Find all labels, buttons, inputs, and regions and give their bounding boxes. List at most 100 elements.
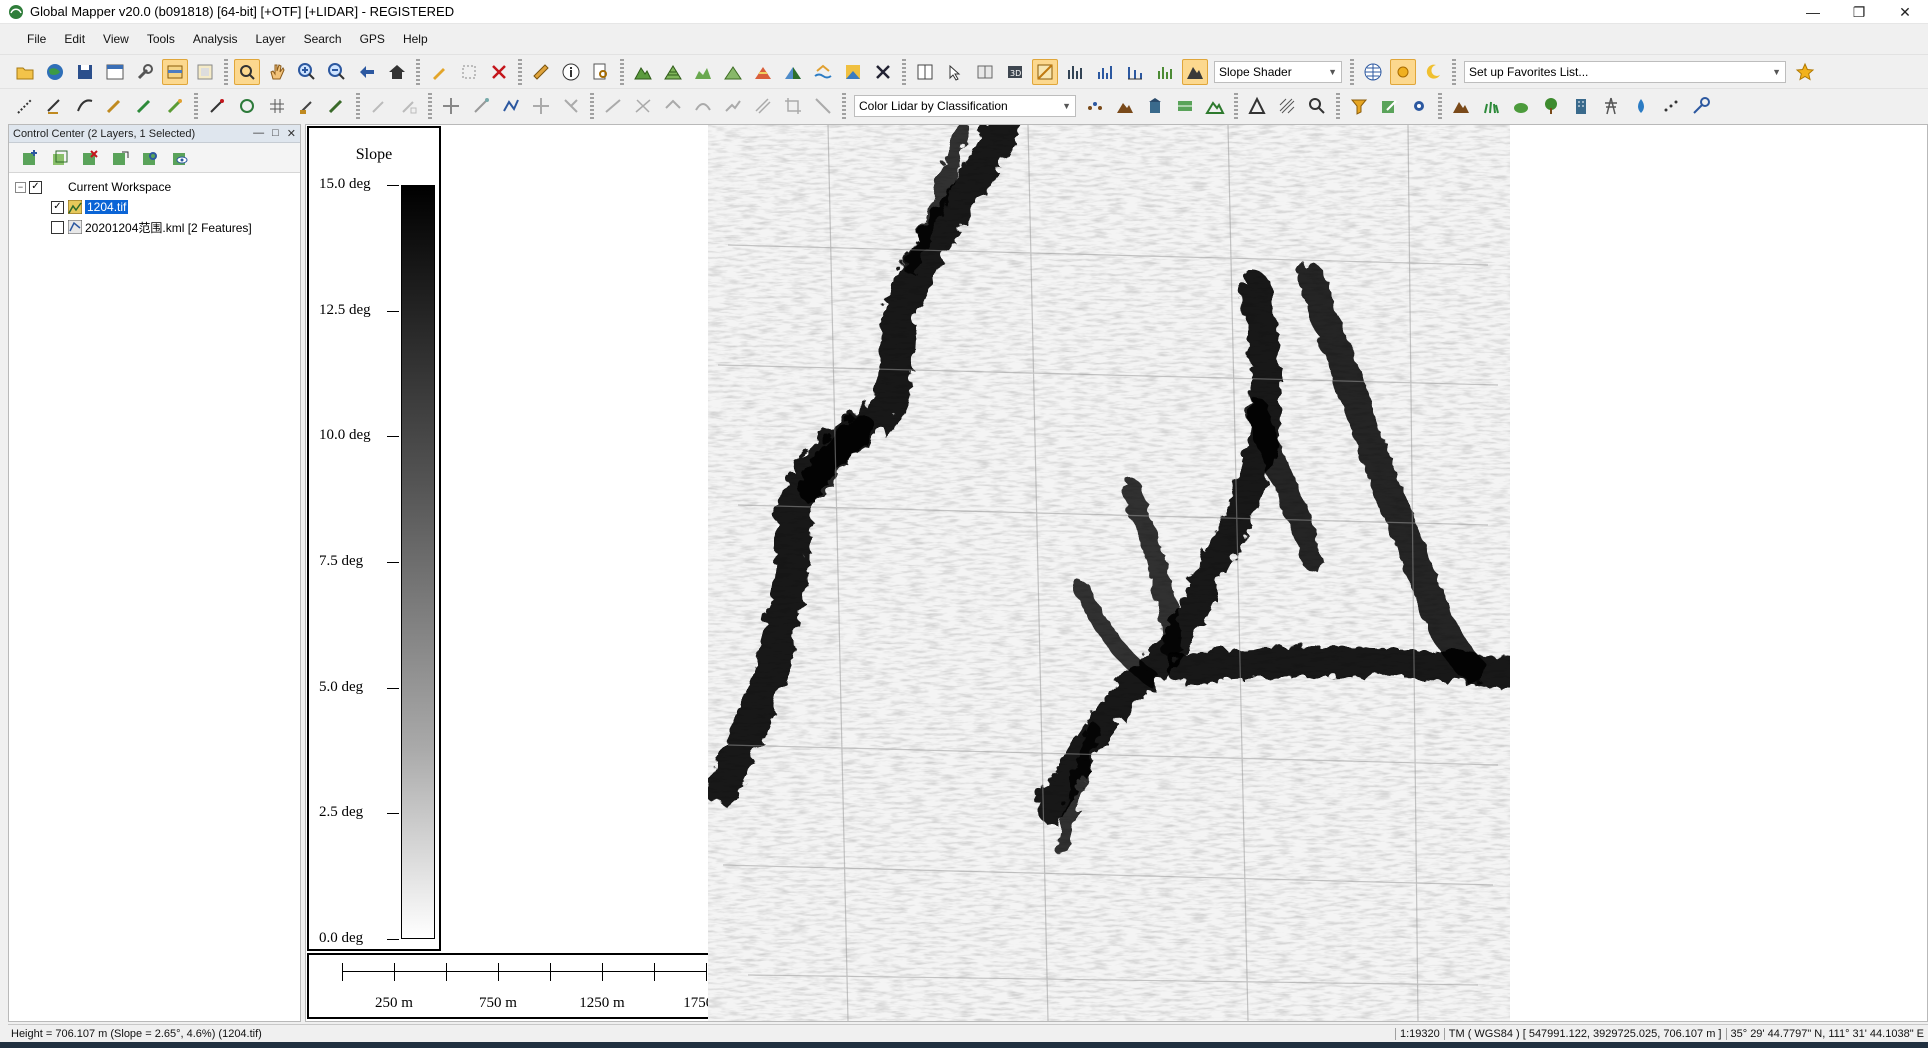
digitizer-button[interactable] — [426, 59, 452, 85]
menu-help[interactable]: Help — [394, 32, 437, 46]
move-feature-button[interactable] — [528, 93, 554, 119]
class-key-button[interactable] — [1688, 93, 1714, 119]
edit-disabled-2-button[interactable] — [396, 93, 422, 119]
zoom-in-button[interactable] — [294, 59, 320, 85]
lidar-settings-button[interactable] — [1406, 93, 1432, 119]
line-tool-2-button[interactable] — [630, 93, 656, 119]
save-button[interactable] — [72, 59, 98, 85]
restore-button[interactable]: ❐ — [1836, 0, 1882, 24]
class-low-veg-button[interactable] — [1478, 93, 1504, 119]
terrain-tool-9-button[interactable] — [870, 59, 896, 85]
view-tool-2-button[interactable] — [942, 59, 968, 85]
toolbar-grip[interactable] — [428, 92, 432, 119]
terrain-tool-4-button[interactable] — [720, 59, 746, 85]
layer-row[interactable]: ✓ 1204.tif — [9, 197, 300, 217]
terrain-tool-8-button[interactable] — [840, 59, 866, 85]
shader-toggle-button[interactable] — [1032, 58, 1058, 85]
lidar-tool-6-button[interactable] — [1244, 93, 1270, 119]
select-area-button[interactable] — [456, 59, 482, 85]
panel-maximize-button[interactable]: □ — [272, 127, 279, 140]
profile-tool-4-button[interactable] — [1152, 59, 1178, 85]
favorites-select[interactable]: Set up Favorites List... ▼ — [1464, 60, 1786, 83]
toolbar-grip[interactable] — [1438, 92, 1442, 119]
filter-button[interactable] — [1346, 93, 1372, 119]
panel-minimize-button[interactable]: — — [253, 127, 264, 140]
lidar-tool-8-button[interactable] — [1304, 93, 1330, 119]
draw-circle-button[interactable] — [234, 93, 260, 119]
pan-tool-button[interactable] — [264, 59, 290, 85]
menu-edit[interactable]: Edit — [55, 32, 94, 46]
terrain-tool-7-button[interactable] — [810, 59, 836, 85]
control-center-button[interactable] — [162, 58, 188, 85]
projection-button[interactable] — [1360, 59, 1386, 85]
edit-class-button[interactable] — [1376, 93, 1402, 119]
lidar-color-select[interactable]: Color Lidar by Classification ▼ — [854, 94, 1076, 117]
menu-analysis[interactable]: Analysis — [184, 32, 247, 46]
config-button[interactable] — [132, 59, 158, 85]
shader-select[interactable]: Slope Shader ▼ — [1214, 60, 1342, 83]
overlay-control-button[interactable] — [102, 59, 128, 85]
terrain-tool-5-button[interactable] — [750, 59, 776, 85]
line-tool-7-button[interactable] — [780, 93, 806, 119]
toolbar-grip[interactable] — [194, 92, 198, 119]
workspace-checkbox[interactable]: ✓ — [29, 180, 42, 194]
class-med-veg-button[interactable] — [1508, 93, 1534, 119]
toolbar-grip[interactable] — [1452, 58, 1456, 85]
class-ground-button[interactable] — [1448, 93, 1474, 119]
close-button[interactable]: ✕ — [1882, 0, 1928, 24]
toolbar-grip[interactable] — [1234, 92, 1238, 119]
slope-shader-button[interactable] — [1182, 58, 1208, 85]
profile-tool-1-button[interactable] — [1062, 59, 1088, 85]
delete-button[interactable] — [486, 59, 512, 85]
sun-shading-button[interactable] — [1390, 58, 1416, 85]
edit-disabled-1-button[interactable] — [366, 93, 392, 119]
class-noise-button[interactable] — [1658, 93, 1684, 119]
toolbar-grip[interactable] — [356, 92, 360, 119]
measure-button[interactable] — [528, 59, 554, 85]
collapse-toggle[interactable]: − — [15, 181, 26, 193]
map-layout-button[interactable] — [192, 59, 218, 85]
draw-line-2-button[interactable] — [42, 93, 68, 119]
line-tool-5-button[interactable] — [720, 93, 746, 119]
map-view[interactable]: Slope 15.0 deg 12.5 deg 10.0 deg 7.5 deg 5.0… — [305, 124, 1928, 1022]
layer-visibility-button[interactable] — [168, 146, 192, 170]
toolbar-grip[interactable] — [224, 58, 228, 85]
line-tool-3-button[interactable] — [660, 93, 686, 119]
toolbar-grip[interactable] — [902, 58, 906, 85]
profile-tool-3-button[interactable] — [1122, 59, 1148, 85]
minimize-button[interactable]: — — [1790, 0, 1836, 24]
menu-file[interactable]: File — [18, 32, 55, 46]
toolbar-grip[interactable] — [1336, 92, 1340, 119]
layer-checkbox[interactable] — [51, 220, 64, 234]
move-vertex-button[interactable] — [438, 93, 464, 119]
layer-options-button[interactable] — [108, 146, 132, 170]
path-profile-button[interactable] — [588, 59, 614, 85]
line-tool-1-button[interactable] — [600, 93, 626, 119]
lidar-tool-4-button[interactable] — [1172, 93, 1198, 119]
draw-line-6-button[interactable] — [162, 93, 188, 119]
layer-close-button[interactable] — [78, 146, 102, 170]
line-tool-6-button[interactable] — [750, 93, 776, 119]
lidar-tool-5-button[interactable] — [1202, 93, 1228, 119]
draw-range-button[interactable] — [294, 93, 320, 119]
layer-zoom-button[interactable] — [138, 146, 162, 170]
class-building-button[interactable] — [1568, 93, 1594, 119]
split-feature-button[interactable] — [558, 93, 584, 119]
layer-open-button[interactable] — [18, 146, 42, 170]
draw-line-5-button[interactable] — [132, 93, 158, 119]
lidar-tool-2-button[interactable] — [1112, 93, 1138, 119]
menu-layer[interactable]: Layer — [247, 32, 295, 46]
view-tool-1-button[interactable] — [912, 59, 938, 85]
feature-info-button[interactable] — [558, 59, 584, 85]
class-water-button[interactable] — [1628, 93, 1654, 119]
menu-search[interactable]: Search — [295, 32, 351, 46]
terrain-tool-2-button[interactable] — [660, 59, 686, 85]
rotate-feature-button[interactable] — [468, 93, 494, 119]
edit-vertices-button[interactable] — [498, 93, 524, 119]
lidar-tool-3-button[interactable] — [1142, 93, 1168, 119]
menu-tools[interactable]: Tools — [138, 32, 184, 46]
menu-gps[interactable]: GPS — [351, 32, 394, 46]
terrain-tool-1-button[interactable] — [630, 59, 656, 85]
workspace-row[interactable]: − ✓ Current Workspace — [9, 177, 300, 197]
view-tool-3-button[interactable] — [972, 59, 998, 85]
